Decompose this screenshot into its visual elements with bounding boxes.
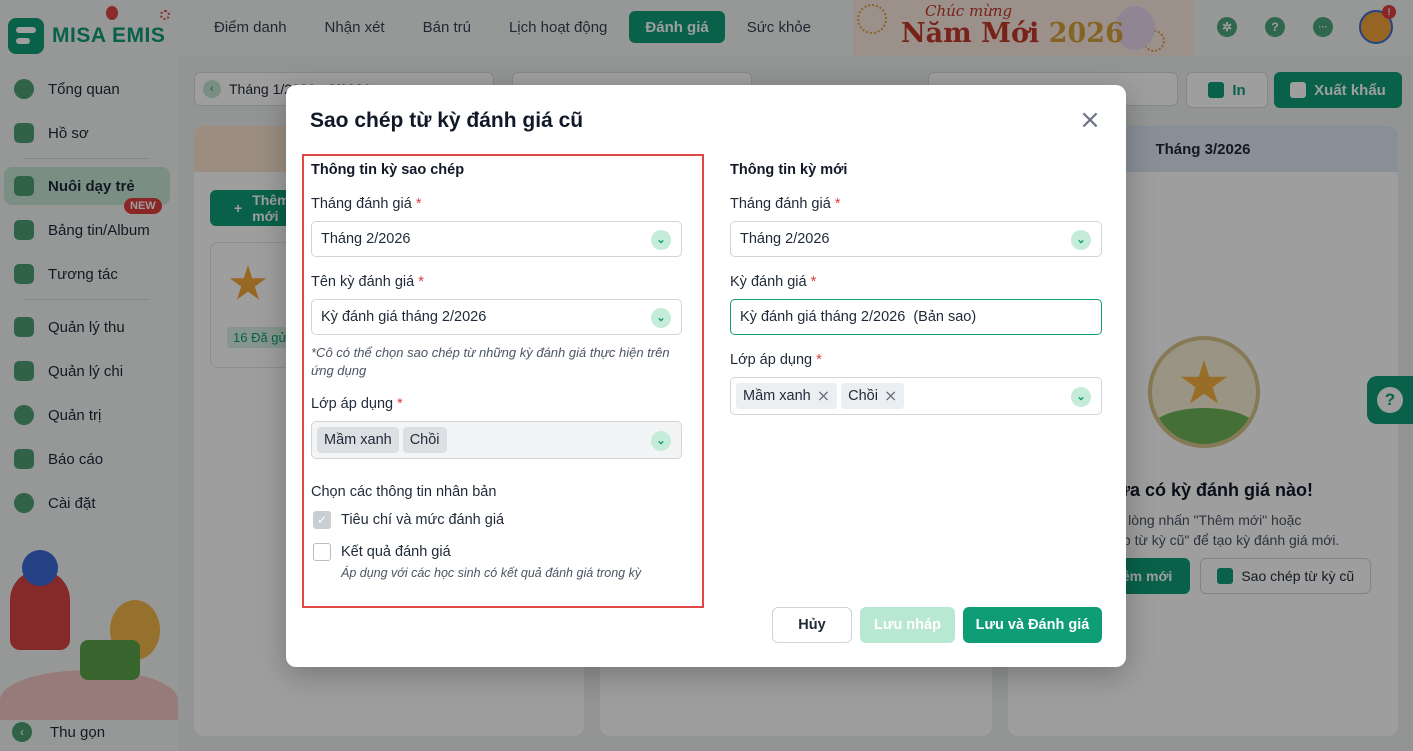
close-icon[interactable]: ×	[1078, 107, 1102, 133]
input-value: Kỳ đánh giá tháng 2/2026 (Bản sao)	[740, 309, 977, 325]
class-chip: Mầm xanh	[317, 427, 399, 453]
select-value: Tháng 2/2026	[740, 231, 830, 247]
select-value: Tháng 2/2026	[321, 231, 411, 247]
class-chip: Chồi	[402, 427, 447, 453]
required-mark: *	[816, 352, 822, 368]
target-class-multiselect[interactable]: Mầm xanh × Chồi × ⌄	[730, 377, 1102, 415]
save-and-evaluate-button[interactable]: Lưu và Đánh giá	[963, 607, 1102, 643]
chevron-down-icon: ⌄	[651, 230, 671, 250]
required-mark: *	[397, 396, 403, 412]
source-class-select: Mầm xanh Chồi ⌄	[311, 421, 682, 459]
target-month-select[interactable]: Tháng 2/2026 ⌄	[730, 221, 1102, 257]
option-label: Kết quả đánh giá	[341, 544, 451, 560]
results-note: Áp dụng với các học sinh có kết quả đánh…	[341, 566, 642, 580]
chevron-down-icon: ⌄	[651, 308, 671, 328]
source-month-label: Tháng đánh giá *	[311, 196, 421, 212]
label-text: Tên kỳ đánh giá	[311, 274, 415, 290]
chip-label: Mầm xanh	[743, 388, 811, 404]
required-mark: *	[810, 274, 817, 290]
target-section-title: Thông tin kỳ mới	[730, 162, 848, 178]
required-mark: *	[415, 196, 422, 212]
label-text: Tháng đánh giá	[311, 196, 412, 212]
cancel-button[interactable]: Hủy	[772, 607, 852, 643]
target-class-label: Lớp áp dụng *	[730, 352, 822, 368]
label-text: Lớp áp dụng	[311, 396, 394, 412]
target-period-panel: Thông tin kỳ mới Tháng đánh giá * Tháng …	[730, 154, 1102, 454]
copy-options-title: Chọn các thông tin nhân bản	[311, 484, 497, 500]
chevron-down-icon: ⌄	[651, 431, 671, 451]
source-period-panel: Thông tin kỳ sao chép Tháng đánh giá * T…	[302, 154, 704, 608]
label-text: Kỳ đánh giá	[730, 274, 807, 290]
label-text: Tháng đánh giá	[730, 196, 831, 212]
required-mark: *	[418, 274, 424, 290]
option-label: Tiêu chí và mức đánh giá	[341, 512, 505, 528]
target-period-name-input[interactable]: Kỳ đánh giá tháng 2/2026 (Bản sao)	[730, 299, 1102, 335]
target-period-label: Kỳ đánh giá *	[730, 274, 816, 290]
copy-evaluation-dialog: Sao chép từ kỳ đánh giá cũ × Thông tin k…	[286, 85, 1126, 667]
remove-chip-icon[interactable]: ×	[817, 388, 830, 404]
select-value: Kỳ đánh giá tháng 2/2026	[321, 309, 487, 325]
chip-label: Chồi	[848, 388, 878, 404]
source-section-title: Thông tin kỳ sao chép	[311, 162, 465, 178]
source-period-note: *Cô có thể chọn sao chép từ những kỳ đán…	[311, 345, 670, 378]
source-class-label: Lớp áp dụng *	[311, 396, 403, 412]
source-period-select[interactable]: Kỳ đánh giá tháng 2/2026 ⌄	[311, 299, 682, 335]
required-mark: *	[834, 196, 841, 212]
chevron-down-icon: ⌄	[1071, 387, 1091, 407]
source-period-label: Tên kỳ đánh giá *	[311, 274, 424, 290]
dialog-title: Sao chép từ kỳ đánh giá cũ	[310, 109, 584, 132]
target-month-label: Tháng đánh giá *	[730, 196, 840, 212]
label-text: Lớp áp dụng	[730, 352, 813, 368]
remove-chip-icon[interactable]: ×	[884, 388, 897, 404]
criteria-checkbox: ✓	[313, 511, 331, 529]
results-checkbox[interactable]	[313, 543, 331, 561]
source-month-select[interactable]: Tháng 2/2026 ⌄	[311, 221, 682, 257]
option-criteria: ✓ Tiêu chí và mức đánh giá	[313, 511, 504, 529]
option-results[interactable]: Kết quả đánh giá	[313, 543, 451, 561]
save-draft-button[interactable]: Lưu nháp	[860, 607, 955, 643]
class-chip: Mầm xanh ×	[736, 383, 838, 409]
class-chip: Chồi ×	[841, 383, 905, 409]
chevron-down-icon: ⌄	[1071, 230, 1091, 250]
